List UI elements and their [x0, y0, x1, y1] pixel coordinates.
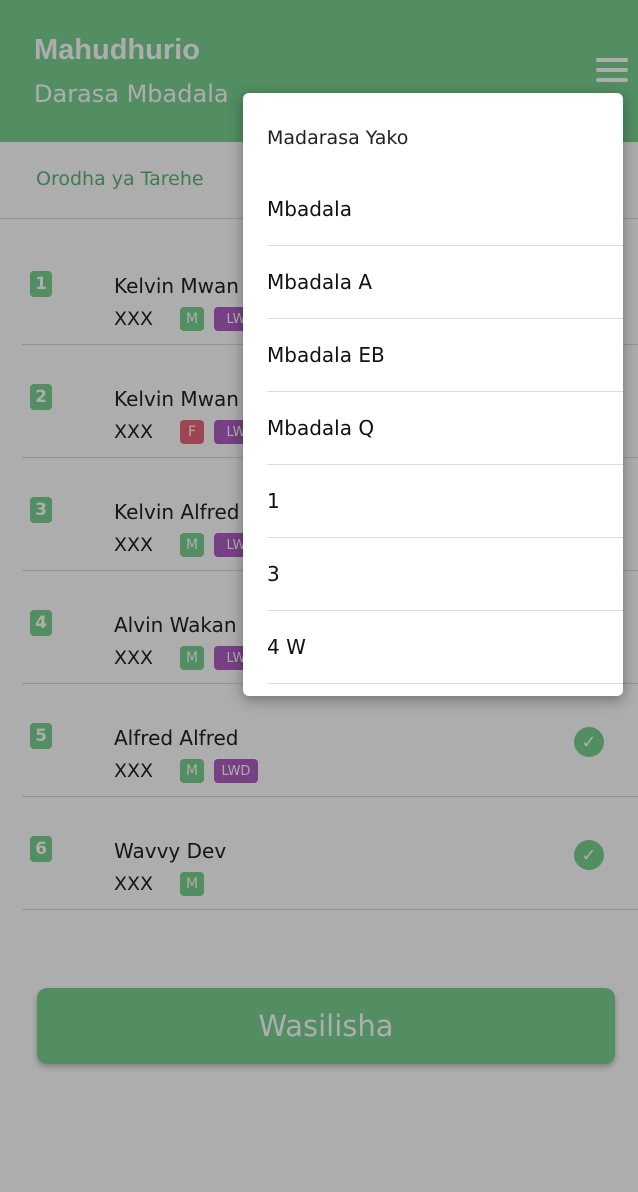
dropdown-item-label: 4 W — [267, 635, 306, 659]
dropdown-item-label: Mbadala Q — [267, 416, 375, 440]
dropdown-item[interactable]: Mbadala Q — [267, 392, 623, 465]
dropdown-item[interactable]: 4 W — [267, 611, 623, 684]
dropdown-header: Madarasa Yako — [267, 127, 409, 149]
dropdown-item[interactable]: 1 — [267, 465, 623, 538]
dropdown-item[interactable]: Mbadala EB — [267, 319, 623, 392]
dropdown-item-label: Mbadala EB — [267, 343, 385, 367]
dropdown-item-label: 3 — [267, 562, 280, 586]
dropdown-item-label: Mbadala A — [267, 270, 373, 294]
dropdown-item[interactable]: Mbadala A — [267, 246, 623, 319]
dropdown-item[interactable]: Mbadala — [267, 173, 623, 246]
dropdown-item-label: Mbadala — [267, 197, 352, 221]
dropdown-item-label: 1 — [267, 489, 280, 513]
class-dropdown-menu: Madarasa Yako Mbadala Mbadala A Mbadala … — [243, 93, 623, 696]
dropdown-item[interactable]: 3 — [267, 538, 623, 611]
